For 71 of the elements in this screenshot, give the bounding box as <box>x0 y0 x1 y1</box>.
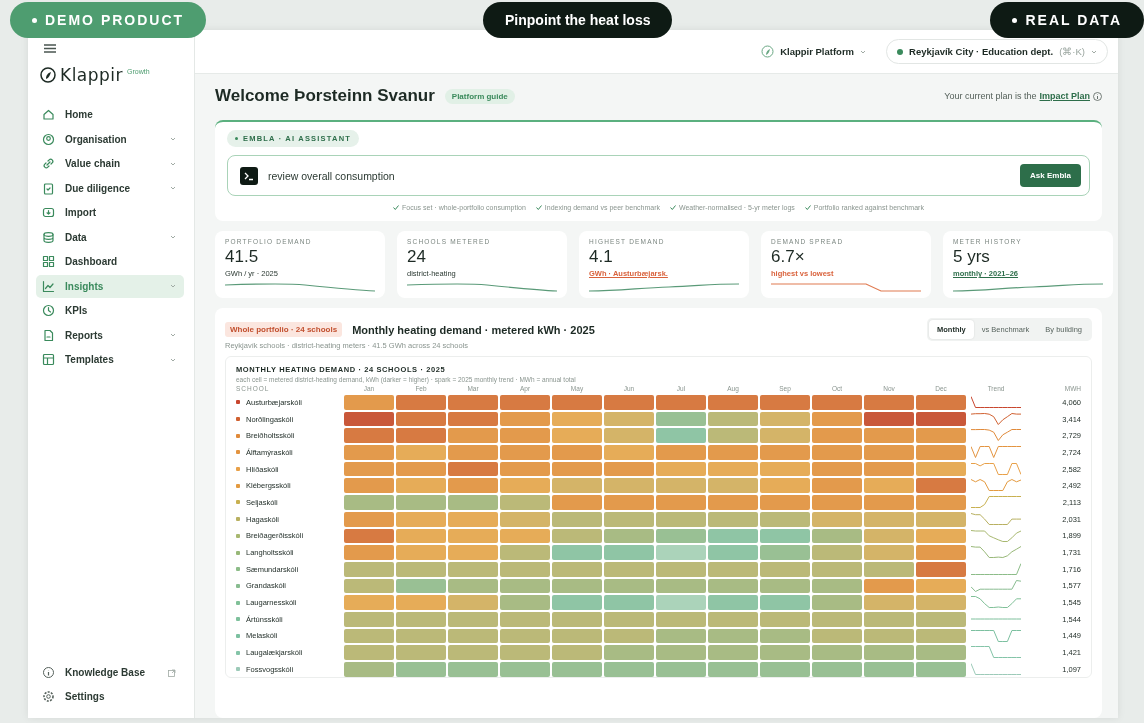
sparkline <box>971 412 1021 425</box>
sparkline <box>971 512 1021 525</box>
check-icon <box>535 205 542 210</box>
home-icon <box>42 108 55 122</box>
sidebar-item[interactable]: Reports <box>36 323 184 347</box>
sparkline <box>971 446 1021 459</box>
kpi-value: 5 yrs <box>953 247 991 267</box>
sidebar-item[interactable]: Value chain <box>36 152 184 176</box>
sparkline <box>971 479 1021 492</box>
kpi-value: 6.7× <box>771 247 806 267</box>
sidebar-item[interactable]: Import <box>36 201 184 225</box>
kpi-value: 41.5 <box>225 247 260 267</box>
import-icon <box>42 206 55 220</box>
grid-icon <box>42 255 55 269</box>
sidebar-item[interactable]: Templates <box>36 348 184 372</box>
sparkline <box>971 596 1021 609</box>
banner-label: Pinpoint the heat loss <box>483 2 673 38</box>
sidebar-item[interactable]: Settings <box>36 684 184 708</box>
leaf-icon <box>761 45 775 58</box>
plan-text: Your current plan is the <box>944 91 1037 101</box>
sparkline <box>971 562 1021 575</box>
settings-icon <box>42 689 55 703</box>
sparkline <box>971 579 1021 592</box>
sidebar-item[interactable]: Due diligence <box>36 176 184 200</box>
ask-button[interactable]: Ask Embla <box>1020 164 1081 187</box>
sidebar-item[interactable]: KPIs <box>36 299 184 323</box>
sparkline <box>971 546 1021 559</box>
document-icon <box>42 328 55 342</box>
chevron-icon <box>1091 49 1097 54</box>
terminal-icon <box>240 166 258 185</box>
chart-icon <box>42 279 55 293</box>
logo-icon <box>40 67 56 83</box>
guide-link[interactable]: Platform guide <box>444 88 515 104</box>
check-icon <box>393 205 400 210</box>
layout-icon <box>42 353 55 367</box>
banner-label: DEMO PRODUCT <box>10 2 207 38</box>
check-icon <box>804 205 811 210</box>
sparkline <box>971 618 1021 620</box>
logo-text: Klappir <box>60 65 124 85</box>
scope-tag: Whole portfolio · 24 schools <box>225 322 343 337</box>
sparkline <box>971 529 1021 542</box>
sidebar-item[interactable]: Insights <box>36 274 184 298</box>
prompt-field[interactable]: review overall consumption Ask Embla <box>227 155 1090 196</box>
menu-icon[interactable] <box>44 44 56 53</box>
sparkline <box>971 496 1021 509</box>
banner-label: REAL DATA <box>990 2 1144 38</box>
plan-link[interactable]: Impact Plan <box>1039 91 1090 101</box>
sidebar-item[interactable]: Home <box>36 103 184 127</box>
chevron-icon <box>860 49 867 54</box>
kpi-value: 4.1 <box>589 247 614 267</box>
info-icon <box>42 666 55 680</box>
database-icon <box>42 230 55 244</box>
check-icon <box>670 205 676 210</box>
clock-icon <box>42 304 55 318</box>
sparkline <box>971 646 1021 659</box>
sparkline <box>971 396 1021 408</box>
link-icon <box>42 157 55 171</box>
sidebar-item[interactable]: Organisation <box>36 127 184 151</box>
sparkline <box>971 429 1021 442</box>
clipboard-icon <box>42 181 55 195</box>
kpi-value: 24 <box>407 247 427 267</box>
sparkline <box>971 629 1021 642</box>
sidebar-item[interactable]: Data <box>36 225 184 249</box>
page-title: Welcome Þorsteinn Svanur <box>215 86 435 106</box>
sparkline <box>971 462 1021 475</box>
sidebar-item[interactable]: Knowledge Base <box>36 661 184 685</box>
sparkline <box>971 663 1021 675</box>
platform-switcher[interactable]: Klappir Platform <box>755 41 873 62</box>
sidebar-item[interactable]: Dashboard <box>36 250 184 274</box>
panel-title: Monthly heating demand · metered kWh · 2025 <box>352 323 595 336</box>
info-icon <box>1093 91 1102 101</box>
